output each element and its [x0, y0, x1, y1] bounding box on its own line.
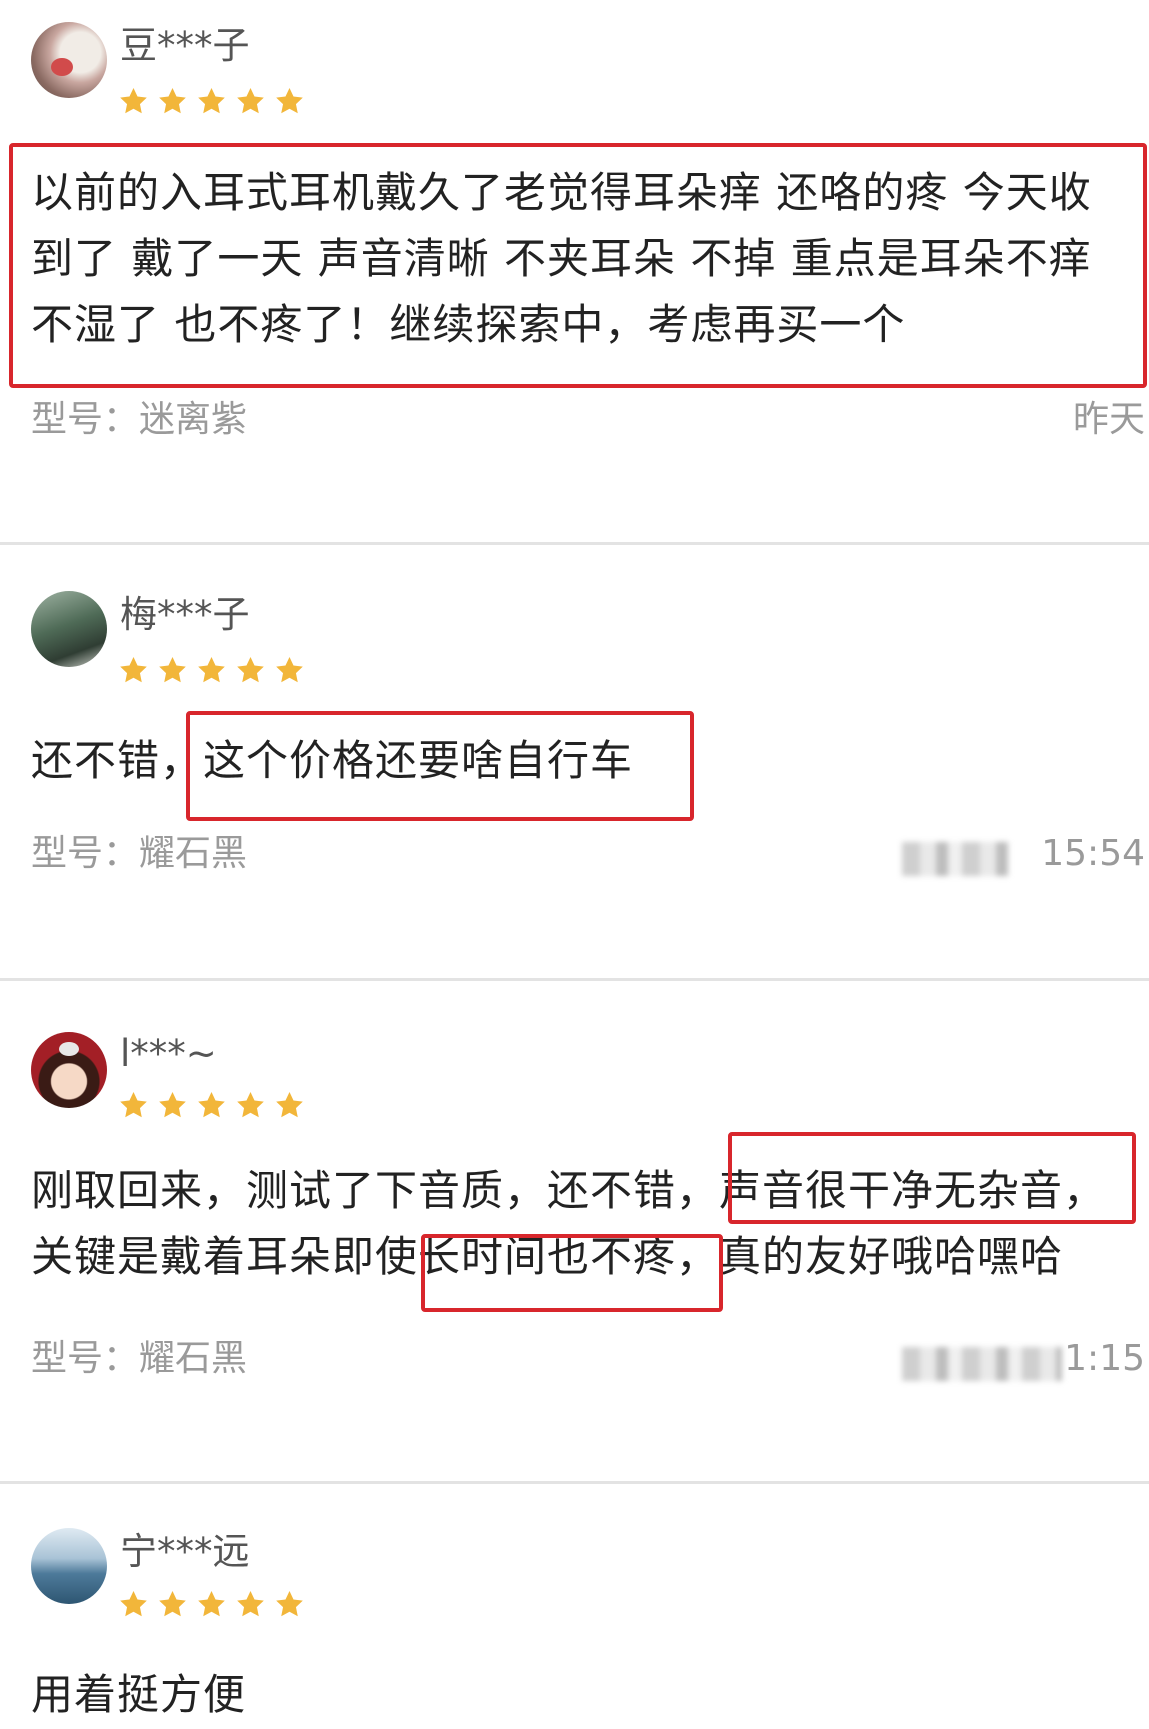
star-icon — [159, 87, 186, 114]
highlight-box — [9, 143, 1147, 388]
avatar[interactable] — [31, 22, 107, 98]
product-model: 型号：耀石黑 — [31, 833, 248, 874]
star-rating — [118, 86, 305, 120]
star-icon — [159, 1590, 186, 1617]
highlight-box — [421, 1234, 723, 1312]
avatar[interactable] — [31, 591, 107, 667]
star-icon — [276, 1091, 303, 1118]
username: 宁***远 — [120, 1530, 250, 1573]
review-card: 豆***子 以前的入耳式耳机戴久了老觉得耳朵痒 还咯的疼 今天收 到了 戴了一天… — [0, 0, 1149, 545]
star-rating — [118, 1090, 305, 1124]
product-model: 型号：耀石黑 — [31, 1338, 248, 1379]
star-icon — [198, 1091, 225, 1118]
review-card: l***~ 刚取回来，测试了下音质，还不错，声音很干净无杂音， 关键是戴着耳朵即… — [0, 980, 1149, 1483]
star-icon — [198, 656, 225, 683]
star-rating — [118, 1589, 305, 1623]
star-icon — [120, 1091, 147, 1118]
star-icon — [237, 87, 264, 114]
star-icon — [276, 656, 303, 683]
star-icon — [237, 656, 264, 683]
star-icon — [198, 87, 225, 114]
username: l***~ — [120, 1032, 217, 1075]
review-text-line: 用着挺方便 — [31, 1670, 247, 1719]
star-icon — [198, 1590, 225, 1617]
username: 梅***子 — [120, 593, 250, 636]
star-icon — [159, 1091, 186, 1118]
star-icon — [237, 1590, 264, 1617]
star-icon — [276, 1590, 303, 1617]
review-time: 昨天 — [1072, 399, 1145, 440]
review-card: 梅***子 还不错，这个价格还要啥自行车 型号：耀石黑 15:54 — [0, 545, 1149, 980]
star-rating — [118, 655, 305, 689]
review-time: 15:54 — [1041, 833, 1145, 874]
product-model: 型号：迷离紫 — [31, 399, 248, 440]
avatar[interactable] — [31, 1032, 107, 1108]
star-icon — [120, 87, 147, 114]
username: 豆***子 — [120, 24, 250, 67]
blurred-info — [902, 842, 1008, 876]
star-icon — [120, 656, 147, 683]
star-icon — [120, 1590, 147, 1617]
star-icon — [237, 1091, 264, 1118]
avatar[interactable] — [31, 1528, 107, 1604]
blurred-info — [902, 1347, 1062, 1381]
highlight-box — [728, 1132, 1136, 1224]
star-icon — [276, 87, 303, 114]
review-time: 1:15 — [1064, 1338, 1145, 1379]
star-icon — [159, 656, 186, 683]
review-card: 宁***远 用着挺方便 — [0, 1483, 1149, 1729]
highlight-box — [186, 711, 694, 821]
